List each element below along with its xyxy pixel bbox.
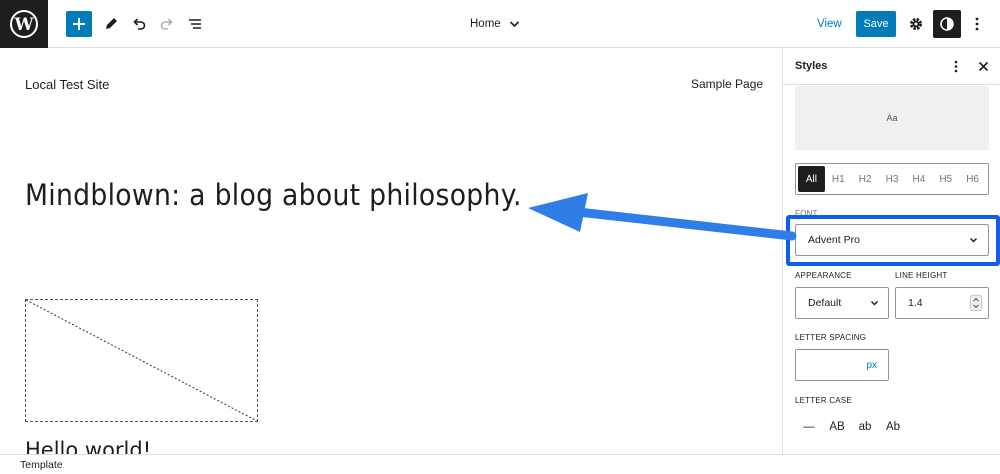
vertical-ellipsis-icon: [954, 60, 958, 72]
svg-text:W: W: [13, 15, 34, 35]
close-icon: [978, 61, 988, 71]
styles-toggle-button[interactable]: [933, 10, 961, 38]
letter-case-label: LETTER CASE: [795, 396, 852, 405]
letter-spacing-unit[interactable]: px: [866, 360, 877, 371]
wordpress-logo-icon[interactable]: W: [0, 0, 48, 48]
redo-button[interactable]: [153, 10, 181, 38]
tab-h3[interactable]: H3: [879, 166, 906, 192]
line-height-label: LINE HEIGHT: [895, 271, 948, 280]
letter-case-capitalize-button[interactable]: Ab: [879, 415, 907, 439]
stepper-arrows-icon[interactable]: [970, 295, 982, 311]
save-button[interactable]: Save: [856, 11, 896, 37]
tab-h2[interactable]: H2: [852, 166, 879, 192]
letter-case-options: — AB ab Ab: [795, 415, 907, 439]
appearance-label: APPEARANCE: [795, 271, 852, 280]
half-circle-contrast-icon: [940, 17, 954, 31]
chevron-down-icon: [509, 21, 519, 28]
letter-case-uppercase-button[interactable]: AB: [823, 415, 851, 439]
hero-heading[interactable]: Mindblown: a blog about philosophy.: [25, 178, 522, 212]
view-button[interactable]: View: [817, 14, 842, 34]
appearance-value: Default: [808, 297, 842, 309]
redo-icon: [160, 18, 173, 30]
font-family-value: Advent Pro: [808, 234, 860, 246]
chevron-down-icon: [870, 300, 879, 306]
element-level-tabs: All H1 H2 H3 H4 H5 H6: [795, 163, 989, 195]
tab-h4[interactable]: H4: [905, 166, 932, 192]
gear-icon: [910, 18, 922, 30]
letter-spacing-label: LETTER SPACING: [795, 333, 867, 342]
typography-preview: Aa: [795, 86, 989, 150]
breadcrumb-template[interactable]: Template: [20, 459, 63, 471]
line-height-value: 1.4: [908, 297, 923, 309]
featured-image-placeholder[interactable]: [25, 299, 258, 422]
sidebar-options-button[interactable]: [948, 57, 964, 75]
site-title[interactable]: Local Test Site: [25, 77, 109, 92]
document-title-selector[interactable]: Home: [470, 14, 520, 34]
editor-top-bar: W Home View Save: [0, 0, 1000, 48]
tools-button[interactable]: [97, 10, 125, 38]
undo-button[interactable]: [125, 10, 153, 38]
nav-link-sample-page[interactable]: Sample Page: [691, 77, 763, 91]
add-block-button[interactable]: [66, 11, 92, 37]
pencil-icon: [106, 18, 117, 29]
sidebar-title: Styles: [795, 60, 828, 72]
placeholder-diagonal: [26, 300, 257, 421]
editor-canvas[interactable]: Local Test Site Sample Page Mindblown: a…: [0, 48, 782, 454]
list-view-icon: [189, 19, 201, 29]
options-button[interactable]: [966, 10, 988, 38]
letter-case-none-button[interactable]: —: [795, 415, 823, 439]
settings-button[interactable]: [904, 10, 928, 38]
sidebar-header: Styles: [783, 48, 1000, 85]
tab-h1[interactable]: H1: [825, 166, 852, 192]
chevron-down-icon: [969, 237, 978, 243]
letter-spacing-input[interactable]: px: [795, 349, 889, 381]
tab-h6[interactable]: H6: [959, 166, 986, 192]
appearance-select[interactable]: Default: [795, 287, 889, 319]
line-height-input[interactable]: 1.4: [895, 287, 989, 319]
editor-footer-breadcrumb: Template: [0, 454, 1000, 474]
letter-case-lowercase-button[interactable]: ab: [851, 415, 879, 439]
plus-icon: [73, 18, 85, 30]
font-family-select[interactable]: Advent Pro: [795, 224, 989, 256]
tab-h5[interactable]: H5: [932, 166, 959, 192]
post-title[interactable]: Hello world!: [25, 438, 151, 454]
list-view-button[interactable]: [181, 10, 209, 38]
document-title: Home: [470, 18, 501, 30]
vertical-ellipsis-icon: [975, 17, 979, 31]
undo-icon: [133, 18, 146, 30]
styles-sidebar: Styles Aa All H1 H2 H3 H4 H5 H6 FONT Adv…: [782, 48, 1000, 454]
sidebar-close-button[interactable]: [975, 57, 991, 75]
tab-all[interactable]: All: [798, 166, 825, 192]
